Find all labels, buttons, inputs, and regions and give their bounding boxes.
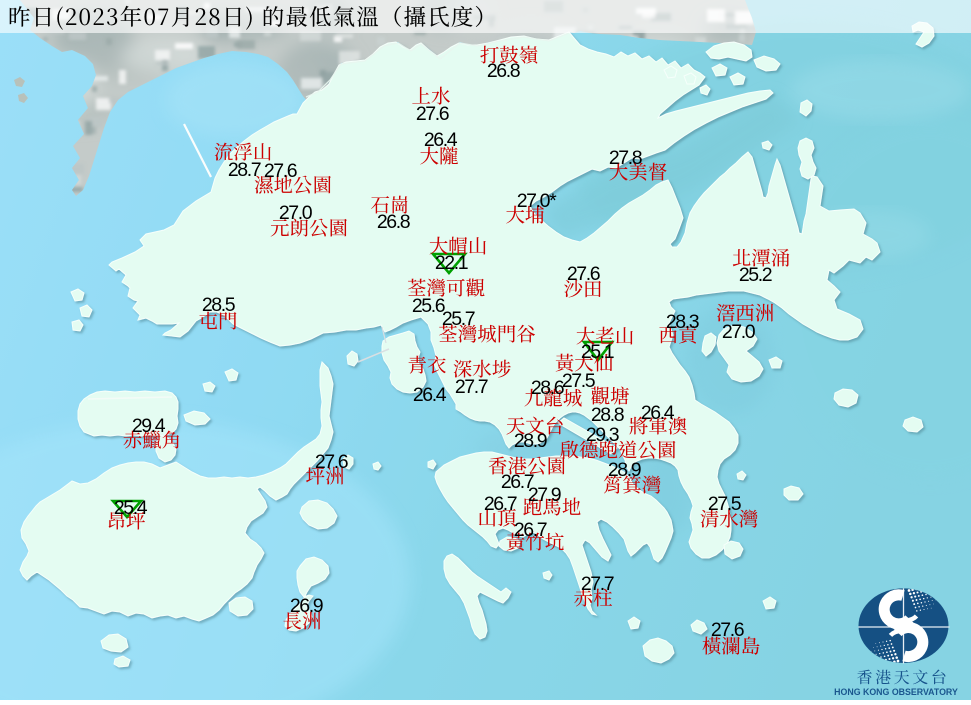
svg-text:22.1: 22.1 (435, 252, 468, 274)
svg-text:27.6: 27.6 (416, 103, 449, 125)
svg-text:27.5: 27.5 (708, 493, 742, 515)
svg-text:29.3: 29.3 (586, 424, 619, 446)
svg-text:26.8: 26.8 (377, 211, 410, 233)
svg-text:28.9: 28.9 (608, 459, 641, 481)
svg-text:27.6: 27.6 (567, 263, 600, 285)
svg-text:27.6: 27.6 (711, 619, 744, 641)
svg-text:25.1: 25.1 (581, 341, 614, 363)
svg-text:26.8: 26.8 (487, 60, 520, 82)
svg-text:27.0: 27.0 (722, 321, 756, 343)
svg-text:26.4: 26.4 (641, 402, 675, 424)
svg-text:25.7: 25.7 (442, 308, 475, 330)
svg-text:27.9: 27.9 (528, 484, 561, 506)
svg-text:25.4: 25.4 (114, 497, 148, 519)
svg-text:27.7: 27.7 (455, 376, 488, 398)
svg-text:26.4: 26.4 (424, 129, 458, 151)
svg-text:26.9: 26.9 (290, 595, 323, 617)
svg-text:26.7: 26.7 (484, 493, 517, 515)
svg-text:26.7: 26.7 (514, 519, 547, 541)
svg-text:27.0*: 27.0* (517, 190, 557, 212)
svg-text:27.0: 27.0 (279, 202, 313, 224)
svg-text:28.3: 28.3 (666, 311, 699, 333)
svg-text:26.4: 26.4 (413, 384, 447, 406)
svg-text:28.7: 28.7 (228, 159, 261, 181)
svg-text:27.5: 27.5 (562, 370, 596, 392)
svg-text:27.8: 27.8 (609, 147, 642, 169)
svg-text:27.6: 27.6 (315, 451, 348, 473)
svg-text:28.6: 28.6 (531, 377, 564, 399)
svg-text:28.5: 28.5 (202, 294, 236, 316)
svg-text:25.2: 25.2 (739, 264, 772, 286)
svg-text:HONG KONG OBSERVATORY: HONG KONG OBSERVATORY (834, 687, 958, 697)
svg-text:28.8: 28.8 (591, 404, 624, 426)
svg-text:25.6: 25.6 (412, 295, 445, 317)
svg-text:27.7: 27.7 (581, 573, 614, 595)
svg-text:28.9: 28.9 (514, 430, 547, 452)
svg-text:27.6: 27.6 (264, 160, 297, 182)
svg-text:29.4: 29.4 (132, 415, 166, 437)
